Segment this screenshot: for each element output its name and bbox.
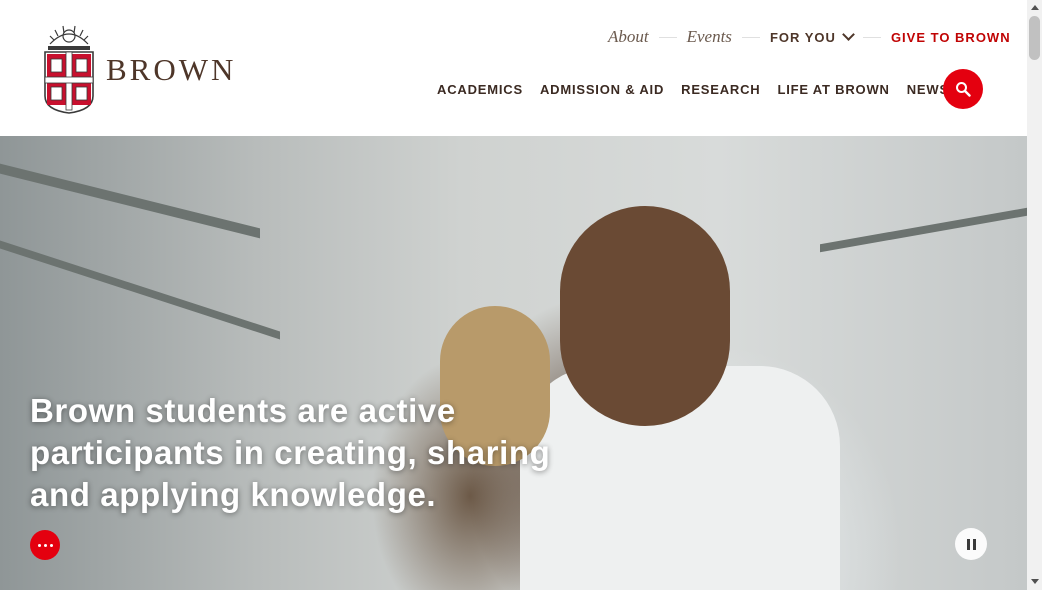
hero-headline: Brown students are active participants i… (30, 392, 551, 513)
search-icon (956, 82, 971, 97)
pause-button[interactable] (955, 528, 987, 560)
search-button[interactable] (943, 69, 983, 109)
for-you-dropdown[interactable]: FOR YOU (769, 28, 855, 45)
divider (741, 36, 760, 38)
brown-wordmark: BROWN (106, 52, 237, 87)
nav-item-admission-aid[interactable]: ADMISSION & AID (540, 82, 664, 97)
divider (862, 36, 881, 38)
about-link[interactable]: About (608, 27, 649, 47)
brown-university-shield-icon (44, 25, 94, 114)
chevron-down-icon (842, 28, 855, 41)
pause-icon (966, 538, 970, 550)
divider (658, 36, 677, 38)
nav-item-research[interactable]: RESEARCH (681, 82, 760, 97)
more-dots-icon (37, 543, 41, 547)
more-dots-icon (49, 543, 53, 547)
main-nav: ACADEMICS ADMISSION & AID RESEARCH LIFE … (437, 82, 949, 97)
utility-nav: About Events FOR YOU GIVE TO BROWN (608, 27, 1011, 47)
lab-shelf (0, 163, 260, 239)
site-header: BROWN About Events FOR YOU GIVE TO BROWN… (0, 0, 1027, 136)
scroll-down-arrow-icon[interactable] (1031, 579, 1039, 584)
more-button[interactable] (30, 530, 60, 560)
give-to-brown-link[interactable]: GIVE TO BROWN (891, 30, 1011, 45)
scroll-up-arrow-icon[interactable] (1031, 5, 1039, 10)
pause-icon (972, 538, 976, 550)
scroll-thumb[interactable] (1029, 16, 1040, 60)
hero-video: Brown students are active participants i… (0, 136, 1027, 590)
for-you-label: FOR YOU (769, 29, 836, 45)
page-scrollbar[interactable] (1027, 0, 1042, 590)
more-dots-icon (43, 543, 47, 547)
nav-item-life-at-brown[interactable]: LIFE AT BROWN (778, 82, 890, 97)
lab-shelf (0, 240, 280, 340)
events-link[interactable]: Events (687, 27, 732, 47)
nav-item-academics[interactable]: ACADEMICS (437, 82, 523, 97)
lab-shelf (820, 207, 1027, 253)
brown-logo-link[interactable]: BROWN (42, 22, 233, 114)
